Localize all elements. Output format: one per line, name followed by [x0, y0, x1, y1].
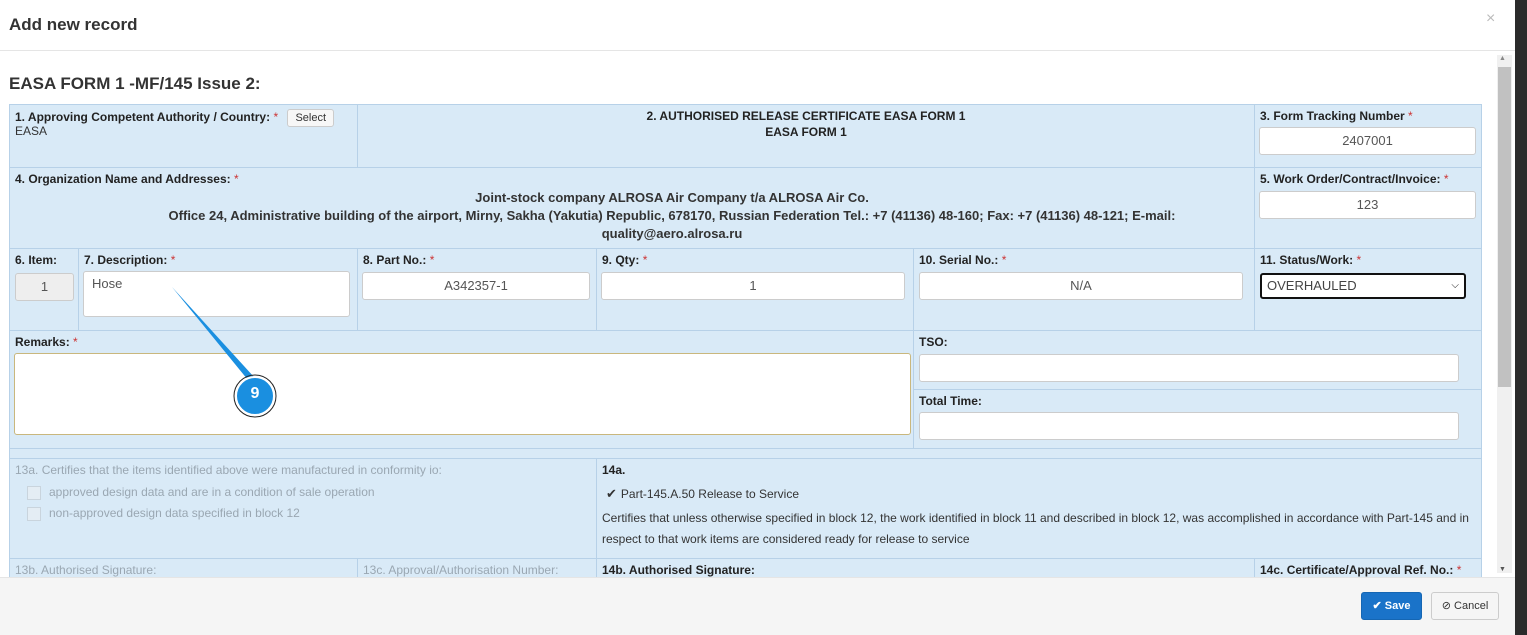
callout-pointer	[172, 287, 264, 388]
ban-icon: ⊘	[1441, 600, 1451, 612]
cancel-button[interactable]: ⊘ Cancel	[1431, 592, 1499, 620]
block-7-label: 7. Description:	[84, 253, 168, 267]
required-mark: *	[1356, 253, 1362, 267]
serial-no-input[interactable]: N/A	[919, 272, 1243, 300]
required-mark: *	[642, 253, 648, 267]
scroll-down-icon[interactable]: ▼	[1499, 566, 1506, 573]
block-14b-label: 14b. Authorised Signature:	[602, 563, 755, 577]
block-14a-label: 14a.	[602, 463, 626, 477]
form-tracking-number-input[interactable]: 2407001	[1259, 127, 1476, 155]
block-2: 2. AUTHORISED RELEASE CERTIFICATE EASA F…	[357, 104, 1255, 168]
block-13a-label: 13a. Certifies that the items identified…	[15, 463, 442, 477]
modal-header	[0, 0, 1515, 51]
block-13a: 13a. Certifies that the items identified…	[9, 458, 597, 559]
block-5: 5. Work Order/Contract/Invoice: * 123	[1254, 167, 1482, 249]
window-edge	[1515, 0, 1527, 635]
block-8-label: 8. Part No.:	[363, 253, 427, 267]
block-14a-text: Certifies that unless otherwise specifie…	[602, 511, 1469, 546]
block-3: 3. Form Tracking Number * 2407001	[1254, 104, 1482, 168]
block-14c-label: 14c. Certificate/Approval Ref. No.:	[1260, 563, 1454, 577]
item-input: 1	[15, 273, 74, 301]
org-email: quality@aero.alrosa.ru	[601, 226, 743, 241]
select-button[interactable]: Select	[287, 109, 335, 127]
block-11-label: 11. Status/Work:	[1260, 253, 1354, 267]
qty-input[interactable]: 1	[601, 272, 905, 300]
block-1: 1. Approving Competent Authority / Count…	[9, 104, 358, 168]
status-work-select[interactable]: OVERHAULED ⌵	[1260, 273, 1466, 299]
block-4: 4. Organization Name and Addresses: * Jo…	[9, 167, 1255, 249]
checkbox-checked-icon[interactable]: ✔	[606, 486, 617, 501]
tso-input[interactable]	[919, 354, 1459, 382]
block-10: 10. Serial No.: * N/A	[913, 248, 1255, 331]
block-2-subtitle: EASA FORM 1	[765, 125, 847, 139]
remarks-textarea[interactable]	[14, 353, 911, 435]
block-9-label: 9. Qty:	[602, 253, 640, 267]
chevron-down-icon: ⌵	[1451, 280, 1459, 291]
block-14a: 14a. ✔ Part-145.A.50 Release to Service C…	[596, 458, 1482, 559]
block-11: 11. Status/Work: * OVERHAULED ⌵	[1254, 248, 1482, 331]
required-mark: *	[1408, 109, 1413, 123]
block-10-label: 10. Serial No.:	[919, 253, 999, 267]
org-name: Joint-stock company ALROSA Air Company t…	[475, 190, 869, 205]
required-mark: *	[233, 172, 239, 186]
block-13c-label: 13c. Approval/Authorisation Number:	[363, 563, 559, 577]
total-time-label: Total Time:	[919, 394, 982, 408]
modal-title: Add new record	[9, 15, 138, 34]
modal-footer: ✔ Save ⊘ Cancel	[0, 577, 1515, 635]
block-1-label: 1. Approving Competent Authority / Count…	[15, 110, 271, 124]
required-mark: *	[429, 253, 435, 267]
checkbox	[27, 485, 41, 500]
release-to-service-label: Part-145.A.50 Release to Service	[620, 487, 800, 501]
scrollbar[interactable]: ▲ ▼	[1497, 55, 1512, 573]
option-label: non-approved design data specified in bl…	[49, 505, 300, 520]
status-work-value: OVERHAULED	[1267, 278, 1357, 293]
tso-block: TSO:	[913, 330, 1482, 390]
save-label: Save	[1384, 600, 1411, 612]
required-mark: *	[273, 110, 279, 124]
remarks-label: Remarks:	[15, 335, 70, 349]
part-no-input[interactable]: A342357-1	[362, 272, 590, 300]
block-5-label: 5. Work Order/Contract/Invoice:	[1260, 172, 1441, 186]
total-time-block: Total Time:	[913, 389, 1482, 449]
block-2-title: 2. AUTHORISED RELEASE CERTIFICATE EASA F…	[646, 109, 966, 123]
form-title: EASA FORM 1 -MF/145 Issue 2:	[9, 74, 261, 93]
required-mark: *	[1001, 253, 1007, 267]
block-6: 6. Item: 1	[9, 248, 79, 331]
check-icon: ✔	[1372, 600, 1382, 612]
block-6-label: 6. Item:	[15, 253, 58, 267]
work-order-input[interactable]: 123	[1259, 191, 1476, 219]
required-mark: *	[1456, 563, 1462, 577]
required-mark: *	[170, 253, 176, 267]
close-icon[interactable]: ×	[1486, 10, 1495, 28]
remarks-block: Remarks: *	[9, 330, 914, 449]
block-4-label: 4. Organization Name and Addresses:	[15, 172, 231, 186]
org-address: Office 24, Administrative building of th…	[168, 208, 1176, 223]
required-mark: *	[73, 335, 78, 349]
scroll-up-icon[interactable]: ▲	[1499, 55, 1506, 62]
tso-label: TSO:	[919, 335, 948, 349]
save-button[interactable]: ✔ Save	[1361, 592, 1422, 620]
scrollbar-thumb[interactable]	[1498, 67, 1511, 387]
block-8: 8. Part No.: * A342357-1	[357, 248, 597, 331]
block-13b-label: 13b. Authorised Signature:	[15, 563, 157, 577]
block-9: 9. Qty: * 1	[596, 248, 914, 331]
required-mark: *	[1443, 172, 1449, 186]
option-label: approved design data and are in a condit…	[49, 485, 375, 499]
checkbox	[27, 506, 41, 521]
release-to-service-option[interactable]: ✔ Part-145.A.50 Release to Service	[602, 486, 1476, 502]
block-13a-option-2: non-approved design data specified in bl…	[15, 506, 591, 521]
total-time-input[interactable]	[919, 412, 1459, 440]
block-13a-option-1: approved design data and are in a condit…	[15, 485, 591, 500]
block-3-label: 3. Form Tracking Number	[1260, 109, 1405, 123]
annotation-number: 9	[250, 385, 260, 402]
cancel-label: Cancel	[1454, 600, 1489, 612]
